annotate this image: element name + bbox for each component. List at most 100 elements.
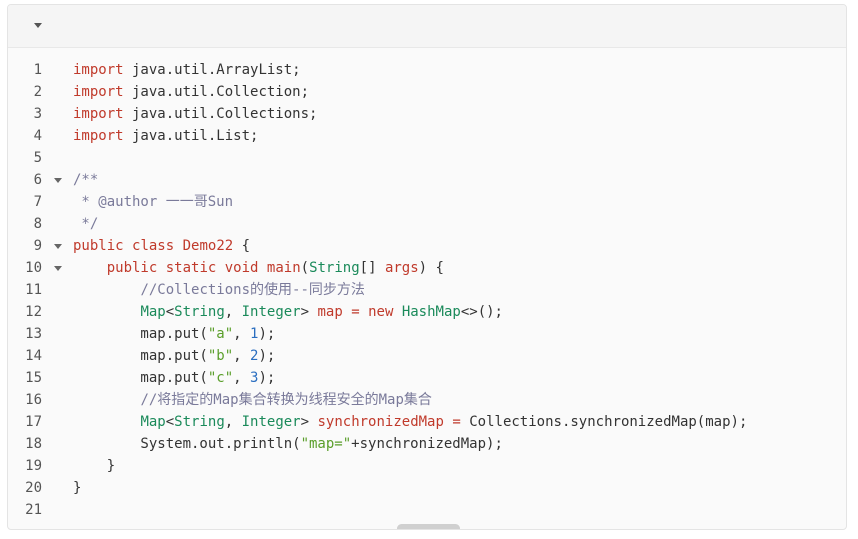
code-token: args bbox=[384, 260, 419, 276]
code-token: } bbox=[73, 458, 116, 474]
code-line: 4 import java.util.List; bbox=[8, 125, 846, 147]
code-token: Collections.synchronizedMap(map); bbox=[460, 414, 748, 430]
fold-chevron-icon[interactable] bbox=[54, 178, 62, 183]
code-token: void bbox=[224, 260, 259, 276]
code-token: String bbox=[174, 414, 225, 430]
line-number: 7 bbox=[33, 194, 42, 210]
code-token: * @author 一一哥Sun bbox=[73, 194, 234, 210]
code-token: import bbox=[73, 62, 124, 78]
code-token: [] bbox=[359, 260, 385, 276]
code-token: ); bbox=[258, 370, 276, 386]
code-line: 19 } bbox=[8, 455, 846, 477]
code-token: ); bbox=[258, 326, 276, 342]
line-code: Map<String, Integer> synchronizedMap = C… bbox=[73, 411, 747, 433]
line-number: 12 bbox=[25, 304, 42, 320]
code-token: ; bbox=[309, 106, 318, 122]
code-line: 1 import java.util.ArrayList; bbox=[8, 59, 846, 81]
code-block-header bbox=[8, 5, 846, 48]
code-line: 8 */ bbox=[8, 213, 846, 235]
line-code: //将指定的Map集合转换为线程安全的Map集合 bbox=[73, 389, 432, 411]
line-number: 15 bbox=[25, 370, 42, 386]
code-token: = bbox=[452, 414, 461, 430]
code-token: > bbox=[300, 414, 318, 430]
code-line: 3 import java.util.Collections; bbox=[8, 103, 846, 125]
line-code: * @author 一一哥Sun bbox=[73, 191, 233, 213]
code-token: { bbox=[233, 238, 251, 254]
code-line: 12 Map<String, Integer> map = new HashMa… bbox=[8, 301, 846, 323]
code-line: 7 * @author 一一哥Sun bbox=[8, 191, 846, 213]
line-code: Map<String, Integer> map = new HashMap<>… bbox=[73, 301, 503, 323]
line-code: import java.util.List; bbox=[73, 125, 258, 147]
line-number: 13 bbox=[25, 326, 42, 342]
code-token: , bbox=[233, 326, 251, 342]
line-code: import java.util.Collection; bbox=[73, 81, 309, 103]
code-token: System.out.println( bbox=[73, 436, 301, 452]
line-code: map.put("b", 2); bbox=[73, 345, 275, 367]
code-line: 13 map.put("a", 1); bbox=[8, 323, 846, 345]
code-token: "map=" bbox=[300, 436, 352, 452]
code-token: Collection bbox=[216, 84, 301, 100]
code-token: synchronizedMap bbox=[317, 414, 444, 430]
line-number: 5 bbox=[33, 150, 42, 166]
line-number: 6 bbox=[33, 172, 42, 188]
code-token: ; bbox=[292, 62, 301, 78]
code-token: ArrayList bbox=[216, 62, 293, 78]
line-number: 14 bbox=[25, 348, 42, 364]
code-token: //Collections的使用--同步方法 bbox=[140, 282, 365, 298]
line-code: } bbox=[73, 477, 81, 499]
code-token: main bbox=[266, 260, 301, 276]
code-token: Integer bbox=[241, 304, 301, 320]
collapse-chevron-icon[interactable] bbox=[34, 23, 42, 28]
code-line: 14 map.put("b", 2); bbox=[8, 345, 846, 367]
code-token: Map bbox=[140, 414, 166, 430]
code-token: String bbox=[309, 260, 360, 276]
code-token: "b" bbox=[207, 348, 234, 364]
code-token: map.put( bbox=[73, 370, 208, 386]
code-token: import bbox=[73, 106, 124, 122]
line-number: 2 bbox=[33, 84, 42, 100]
code-token: Demo22 bbox=[182, 238, 234, 254]
line-number: 3 bbox=[33, 106, 42, 122]
code-token: new bbox=[368, 304, 394, 320]
line-code: import java.util.ArrayList; bbox=[73, 59, 301, 81]
code-line: 10 public static void main(String[] args… bbox=[8, 257, 846, 279]
line-number: 1 bbox=[33, 62, 42, 78]
code-token: class bbox=[132, 238, 175, 254]
code-line: 20} bbox=[8, 477, 846, 499]
code-token: , bbox=[233, 348, 251, 364]
code-token: map bbox=[317, 304, 343, 320]
code-token: */ bbox=[73, 216, 99, 232]
code-token: String bbox=[174, 304, 225, 320]
code-line: 9 public class Demo22 { bbox=[8, 235, 846, 257]
fold-chevron-icon[interactable] bbox=[54, 266, 62, 271]
code-token: public bbox=[73, 238, 124, 254]
code-body: 1 import java.util.ArrayList; 2 import java… bbox=[8, 48, 846, 521]
code-token: //将指定的Map集合转换为线程安全的Map集合 bbox=[140, 392, 432, 408]
line-code: //Collections的使用--同步方法 bbox=[73, 279, 365, 301]
line-number: 10 bbox=[25, 260, 42, 276]
code-token: import bbox=[73, 128, 124, 144]
code-token: "c" bbox=[207, 370, 234, 386]
line-number: 16 bbox=[25, 392, 42, 408]
line-code: /** bbox=[73, 169, 98, 191]
code-token: Collections bbox=[216, 106, 310, 122]
code-token: <>(); bbox=[460, 304, 503, 320]
code-token: , bbox=[224, 304, 242, 320]
horizontal-scrollbar-thumb[interactable] bbox=[397, 524, 460, 529]
line-number: 20 bbox=[25, 480, 42, 496]
code-token: "a" bbox=[207, 326, 234, 342]
code-token: /** bbox=[73, 172, 99, 188]
code-block: 1 import java.util.ArrayList; 2 import java… bbox=[7, 4, 847, 530]
code-token: < bbox=[165, 304, 175, 320]
code-token: static bbox=[165, 260, 217, 276]
fold-chevron-icon[interactable] bbox=[54, 244, 62, 249]
code-line: 15 map.put("c", 3); bbox=[8, 367, 846, 389]
code-token: map.put( bbox=[73, 348, 208, 364]
code-line: 17 Map<String, Integer> synchronizedMap … bbox=[8, 411, 846, 433]
code-token: Map bbox=[140, 304, 166, 320]
